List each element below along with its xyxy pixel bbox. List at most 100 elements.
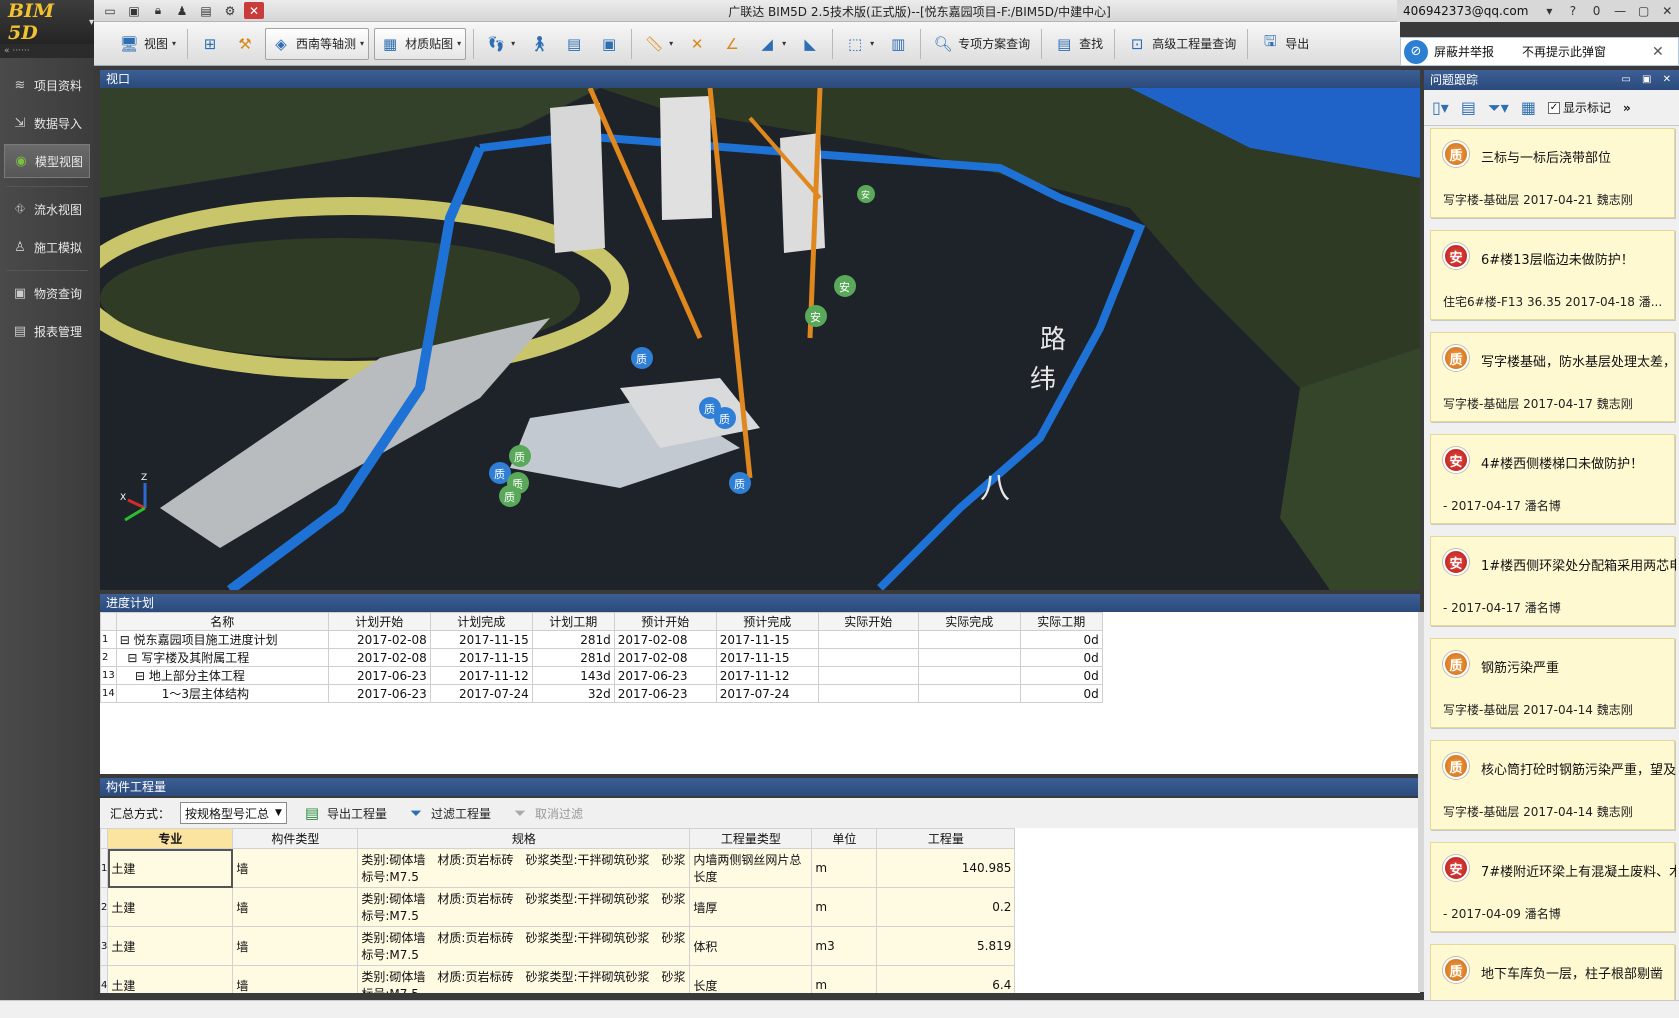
- major-cell[interactable]: 土建: [107, 926, 234, 966]
- material-dropdown[interactable]: ▦ 材质贴图 ▾: [374, 27, 467, 60]
- unit-cell[interactable]: m3: [811, 926, 878, 966]
- collapse-nav-icon[interactable]: «: [4, 46, 10, 56]
- major-cell[interactable]: 土建: [107, 887, 234, 927]
- issue-card[interactable]: 安 1#楼西侧环梁处分配箱采用两芯电 - 2017-04-17 潘名博: [1430, 536, 1676, 626]
- summary-mode-select[interactable]: 按规格型号汇总 ▼: [180, 802, 287, 824]
- nav-model-view[interactable]: ◉ 模型视图: [4, 144, 90, 178]
- component-type-cell[interactable]: 墙: [232, 926, 359, 966]
- col-header[interactable]: 专业: [107, 828, 234, 849]
- collapse-icon[interactable]: ⊟: [135, 669, 145, 683]
- qty-type-cell[interactable]: 墙厚: [689, 887, 813, 927]
- measure-button[interactable]: 📏︎ ▾: [639, 28, 677, 60]
- quantity-scrollbar[interactable]: [1418, 612, 1424, 992]
- major-cell[interactable]: 土建: [107, 848, 234, 888]
- panel-controls[interactable]: ▭ ▣ ✕: [1621, 70, 1675, 90]
- more-icon[interactable]: »: [1623, 101, 1631, 115]
- nav-project-docs[interactable]: ≋ 项目资料: [4, 68, 90, 102]
- spec-cell[interactable]: 类别:砌体墙 材质:页岩标砖 砂浆类型:干拌砌筑砂浆 砂浆标号:M7.5: [357, 926, 691, 966]
- 3d-viewport[interactable]: 纬 路 八 质 质 质 质 质 质 质 质 安 安 安 Z X: [100, 88, 1420, 590]
- gear-icon[interactable]: ⚙: [220, 2, 240, 19]
- task-name[interactable]: ⊟ 写字楼及其附属工程: [115, 648, 329, 667]
- quality-pin[interactable]: 质: [499, 485, 521, 507]
- crane-button[interactable]: ⚒: [230, 28, 260, 60]
- film-button[interactable]: ▤: [559, 28, 589, 60]
- safety-pin[interactable]: 安: [834, 275, 856, 297]
- account-email[interactable]: 406942373@qq.com: [1397, 4, 1538, 18]
- section-clear-button[interactable]: ◣: [795, 28, 825, 60]
- component-type-cell[interactable]: 墙: [232, 887, 359, 927]
- col-header[interactable]: 预计开始: [613, 612, 717, 631]
- clip-box-button[interactable]: ⬚ ▾: [840, 28, 878, 60]
- table-row[interactable]: 2 土建 墙 类别:砌体墙 材质:页岩标砖 砂浆类型:干拌砌筑砂浆 砂浆标号:M…: [100, 887, 1016, 927]
- col-header[interactable]: 单位: [811, 828, 878, 849]
- view-button[interactable]: 🖥︎ 视图 ▾: [114, 28, 180, 60]
- section-button[interactable]: ◢ ▾: [752, 28, 790, 60]
- clear-measure-button[interactable]: ✕: [682, 28, 712, 60]
- account-dropdown-icon[interactable]: ▾: [1538, 4, 1562, 18]
- collapse-icon[interactable]: ⊟: [127, 651, 137, 665]
- quality-pin[interactable]: 质: [509, 445, 531, 467]
- qty-type-cell[interactable]: 内墙两侧钢丝网片总长度: [689, 848, 813, 888]
- col-header[interactable]: 实际完成: [917, 612, 1021, 631]
- table-row[interactable]: 2 ⊟ 写字楼及其附属工程 2017-02-08 2017-11-15 281d…: [100, 648, 1103, 667]
- qty-cell[interactable]: 5.819: [876, 926, 1016, 966]
- col-header[interactable]: 构件类型: [232, 828, 359, 849]
- issue-card[interactable]: 安 6#楼13层临边未做防护！ 住宅6#楼-F13 36.35 2017-04-18…: [1430, 230, 1675, 320]
- qty-type-cell[interactable]: 长度: [689, 965, 813, 993]
- view-angle-dropdown[interactable]: ◈ 西南等轴测 ▾: [265, 27, 370, 60]
- task-name[interactable]: 1～3层主体结构: [115, 684, 329, 703]
- filter-quantity-button[interactable]: ⏷ 过滤工程量: [401, 797, 495, 829]
- col-header[interactable]: 规格: [357, 828, 691, 849]
- task-name[interactable]: ⊟ 悦东嘉园项目施工进度计划: [115, 630, 329, 649]
- banner-close-icon[interactable]: ✕: [1652, 44, 1664, 60]
- filter-icon[interactable]: ⏷▾: [1488, 98, 1509, 118]
- major-cell[interactable]: 土建: [107, 965, 234, 993]
- new-file-icon[interactable]: ▭: [100, 2, 120, 19]
- qty-cell[interactable]: 140.985: [876, 848, 1016, 888]
- unit-cell[interactable]: m: [811, 887, 878, 927]
- qty-type-cell[interactable]: 体积: [689, 926, 813, 966]
- spec-cell[interactable]: 类别:砌体墙 材质:页岩标砖 砂浆类型:干拌砌筑砂浆 砂浆标号:M7.5: [357, 887, 691, 927]
- table-row[interactable]: 13 ⊟ 地上部分主体工程 2017-06-23 2017-11-12 143d…: [100, 666, 1103, 685]
- nav-report-mgmt[interactable]: ▤ 报表管理: [4, 314, 90, 348]
- issue-card[interactable]: 安 4#楼西侧楼梯口未做防护！ - 2017-04-17 潘名博: [1430, 434, 1675, 524]
- quality-pin[interactable]: 质: [729, 472, 751, 494]
- issue-card[interactable]: 质钢筋污染严重 写字楼-基础层 2017-04-14 魏志刚: [1430, 638, 1675, 728]
- walk-button[interactable]: 👣︎ ▾: [481, 28, 519, 60]
- issue-card[interactable]: 质三标与一标后浇带部位 写字楼-基础层 2017-04-21 魏志刚: [1430, 128, 1675, 218]
- col-header[interactable]: 计划工期: [531, 612, 615, 631]
- collapse-icon[interactable]: ⊟: [120, 633, 130, 647]
- issue-card[interactable]: 安 7#楼附近环梁上有混凝土废料、木 - 2017-04-09 潘名博: [1430, 842, 1676, 932]
- help-icon[interactable]: ?: [1561, 4, 1585, 18]
- col-header[interactable]: 名称: [115, 612, 329, 631]
- unit-cell[interactable]: m: [811, 848, 878, 888]
- export-button[interactable]: 🖫︎ 导出: [1255, 28, 1313, 60]
- lock-icon[interactable]: 🔒︎: [148, 2, 168, 19]
- qty-cell[interactable]: 6.4: [876, 965, 1016, 993]
- find-button[interactable]: ▤ 查找: [1049, 28, 1107, 60]
- quality-pin[interactable]: 质: [631, 347, 653, 369]
- component-type-cell[interactable]: 墙: [232, 848, 359, 888]
- show-marks-checkbox[interactable]: ✓ 显示标记: [1547, 99, 1611, 116]
- calculator-icon[interactable]: ▦: [1521, 98, 1536, 117]
- save-icon[interactable]: ▤: [196, 2, 216, 19]
- col-header[interactable]: 工程量: [876, 828, 1016, 849]
- safety-pin[interactable]: 安: [857, 185, 875, 203]
- safety-pin[interactable]: 安: [805, 305, 827, 327]
- issue-card[interactable]: 质地下车库负一层，柱子根部剔凿: [1430, 944, 1675, 1000]
- table-row[interactable]: 14 1～3层主体结构 2017-06-23 2017-07-24 32d 20…: [100, 684, 1103, 703]
- spec-cell[interactable]: 类别:砌体墙 材质:页岩标砖 砂浆类型:干拌砌筑砂浆 砂浆标号:M7.5: [357, 848, 691, 888]
- component-type-cell[interactable]: 墙: [232, 965, 359, 993]
- spec-cell[interactable]: 类别:砌体墙 材质:页岩标砖 砂浆类型:干拌砌筑砂浆 砂浆标号:M7.5: [357, 965, 691, 993]
- special-query-button[interactable]: 🔍︎ 专项方案查询: [928, 28, 1034, 60]
- col-header[interactable]: 计划完成: [429, 612, 533, 631]
- table-row[interactable]: 4 土建 墙 类别:砌体墙 材质:页岩标砖 砂浆类型:干拌砌筑砂浆 砂浆标号:M…: [100, 965, 1016, 993]
- nav-material-query[interactable]: ▣ 物资查询: [4, 276, 90, 310]
- task-name[interactable]: ⊟ 地上部分主体工程: [115, 666, 329, 685]
- col-header[interactable]: 计划开始: [327, 612, 431, 631]
- table-row[interactable]: 3 土建 墙 类别:砌体墙 材质:页岩标砖 砂浆类型:干拌砌筑砂浆 砂浆标号:M…: [100, 926, 1016, 966]
- col-header[interactable]: 工程量类型: [689, 828, 813, 849]
- col-header[interactable]: 预计完成: [715, 612, 819, 631]
- person-button[interactable]: 🚶︎: [524, 28, 554, 60]
- issue-card[interactable]: 质核心筒打砼时钢筋污染严重，望及 写字楼-基础层 2017-04-14 魏志刚: [1430, 740, 1676, 830]
